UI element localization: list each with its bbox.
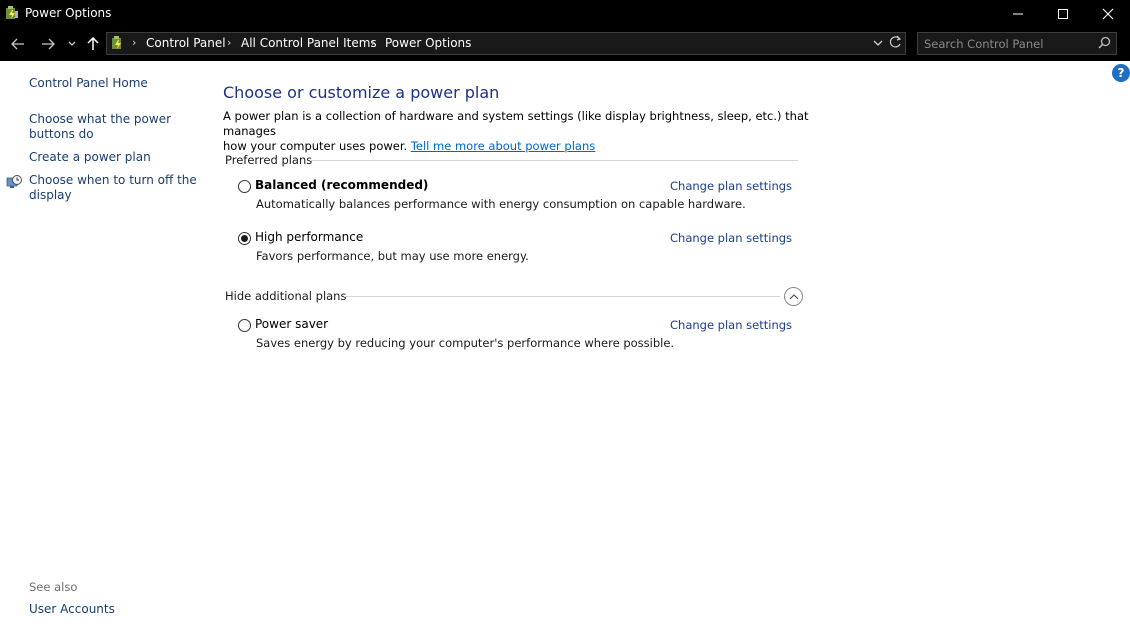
sidebar-control-panel-home[interactable]: Control Panel Home xyxy=(29,76,148,91)
close-button[interactable] xyxy=(1085,0,1130,27)
recent-locations-button[interactable] xyxy=(64,33,80,55)
group-divider xyxy=(310,160,798,161)
sidebar-link-label: Choose what the power xyxy=(29,112,172,126)
maximize-button[interactable] xyxy=(1040,0,1086,27)
refresh-icon xyxy=(889,35,902,48)
breadcrumb-power-options[interactable]: Power Options xyxy=(385,36,471,50)
breadcrumb-all-items[interactable]: All Control Panel Items xyxy=(241,36,377,50)
arrow-left-icon xyxy=(11,38,24,50)
plan-name-high-performance[interactable]: High performance xyxy=(255,230,363,244)
sidebar-link-user-accounts[interactable]: User Accounts xyxy=(29,602,115,617)
collapse-additional-plans-button[interactable] xyxy=(784,287,803,306)
breadcrumb-separator-icon: › xyxy=(371,36,376,49)
change-plan-settings-high-performance[interactable]: Change plan settings xyxy=(670,231,792,245)
plan-name-power-saver[interactable]: Power saver xyxy=(255,317,328,331)
sidebar-link-label: Create a power plan xyxy=(29,150,151,164)
description-line: A power plan is a collection of hardware… xyxy=(223,109,809,138)
search-icon[interactable] xyxy=(1098,36,1111,49)
control-panel-icon xyxy=(112,36,121,49)
maximize-icon xyxy=(1058,8,1068,19)
change-plan-settings-power-saver[interactable]: Change plan settings xyxy=(670,318,792,332)
plan-description-balanced: Automatically balances performance with … xyxy=(256,197,746,211)
plan-description-high-performance: Favors performance, but may use more ene… xyxy=(256,249,529,263)
arrow-right-icon xyxy=(42,38,55,50)
chevron-down-icon xyxy=(68,41,76,46)
group-divider xyxy=(344,296,780,297)
description-line: how your computer uses power. Tell me mo… xyxy=(223,139,823,154)
plan-radio-high-performance[interactable] xyxy=(238,232,251,245)
navigation-bar: › Control Panel › All Control Panel Item… xyxy=(0,27,1130,61)
page-description: A power plan is a collection of hardware… xyxy=(223,109,823,154)
sidebar-link-label: display xyxy=(29,188,72,202)
power-options-icon xyxy=(6,6,18,19)
up-button[interactable] xyxy=(82,33,104,55)
clock-display-icon xyxy=(6,175,22,188)
title-bar: Power Options xyxy=(0,0,1130,27)
plan-description-power-saver: Saves energy by reducing your computer's… xyxy=(256,336,675,350)
chevron-up-icon xyxy=(789,293,798,299)
plan-name-balanced[interactable]: Balanced (recommended) xyxy=(255,178,428,192)
minimize-button[interactable] xyxy=(995,0,1041,27)
description-text: how your computer uses power. xyxy=(223,139,411,153)
see-also-label: See also xyxy=(29,580,78,594)
search-box xyxy=(917,32,1117,55)
preferred-plans-header: Preferred plans xyxy=(225,153,313,167)
address-bar[interactable]: › Control Panel › All Control Panel Item… xyxy=(106,32,906,55)
window-title: Power Options xyxy=(25,6,112,20)
refresh-button[interactable] xyxy=(889,35,902,52)
search-input[interactable] xyxy=(924,35,1094,52)
sidebar-link-display-off[interactable]: Choose when to turn off the display xyxy=(29,173,197,203)
change-plan-settings-balanced[interactable]: Change plan settings xyxy=(670,179,792,193)
breadcrumb-control-panel[interactable]: Control Panel xyxy=(146,36,226,50)
plan-radio-power-saver[interactable] xyxy=(238,319,251,332)
close-icon xyxy=(1102,8,1114,19)
forward-button[interactable] xyxy=(36,33,60,55)
breadcrumb-separator-icon: › xyxy=(132,36,137,49)
learn-more-link[interactable]: Tell me more about power plans xyxy=(411,139,595,153)
address-dropdown-button[interactable] xyxy=(873,36,883,50)
sidebar-link-label: buttons do xyxy=(29,127,94,141)
hide-additional-plans-header[interactable]: Hide additional plans xyxy=(225,289,346,303)
back-button[interactable] xyxy=(6,33,30,55)
sidebar-link-power-buttons[interactable]: Choose what the power buttons do xyxy=(29,112,171,142)
chevron-down-icon xyxy=(873,40,883,46)
minimize-icon xyxy=(1013,13,1023,14)
sidebar-link-label: Choose when to turn off the xyxy=(29,173,197,187)
help-button[interactable]: ? xyxy=(1112,64,1130,82)
arrow-up-icon xyxy=(87,37,99,50)
plan-radio-balanced[interactable] xyxy=(238,180,251,193)
page-title: Choose or customize a power plan xyxy=(223,83,500,102)
breadcrumb-separator-icon: › xyxy=(227,36,232,49)
sidebar-link-create-plan[interactable]: Create a power plan xyxy=(29,150,151,165)
